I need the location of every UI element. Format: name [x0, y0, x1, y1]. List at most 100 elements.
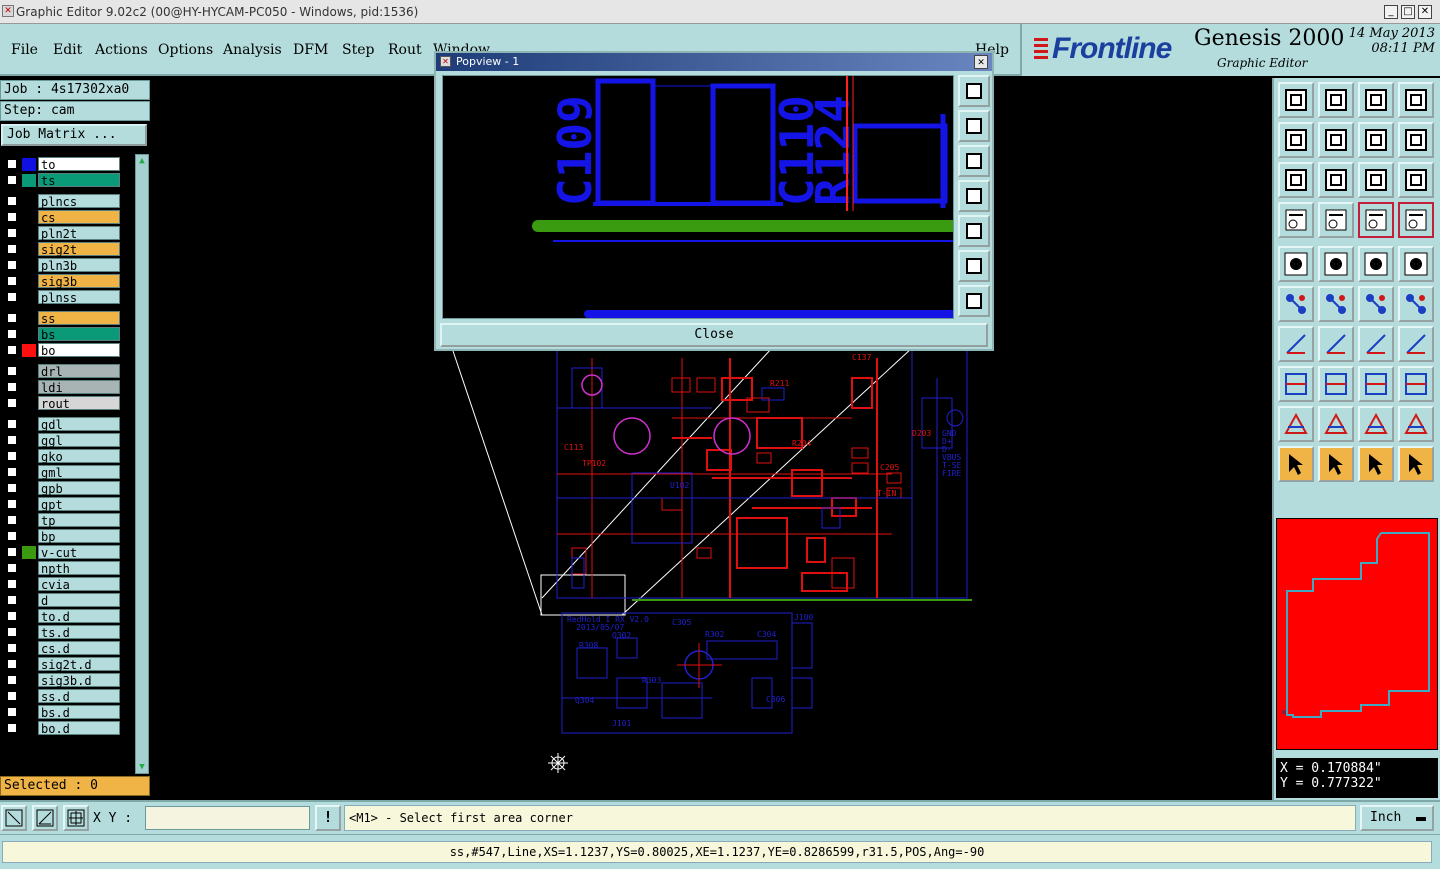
layer-row-bs-d[interactable]: bs.d: [2, 704, 132, 720]
layer-checkbox[interactable]: [7, 244, 17, 254]
menu-analysis[interactable]: Analysis: [223, 42, 282, 58]
layer-color-swatch[interactable]: [22, 450, 36, 463]
layer-row-gdl[interactable]: gdl: [2, 416, 132, 432]
job-matrix-button[interactable]: Job Matrix ...: [1, 124, 147, 146]
menu-options[interactable]: Options: [158, 42, 213, 58]
layer-row-sig2t-d[interactable]: sig2t.d: [2, 656, 132, 672]
minimize-button[interactable]: _: [1384, 5, 1398, 19]
layer-color-swatch[interactable]: [22, 381, 36, 394]
layer-color-swatch[interactable]: [22, 418, 36, 431]
layer-checkbox[interactable]: [7, 313, 17, 323]
layer-row-bp[interactable]: bp: [2, 528, 132, 544]
popview-close-icon[interactable]: ✕: [974, 55, 988, 69]
layer-row-v-cut[interactable]: v-cut: [2, 544, 132, 560]
window-icon[interactable]: [1398, 82, 1434, 118]
layer-color-swatch[interactable]: [22, 530, 36, 543]
layer-color-swatch[interactable]: [22, 312, 36, 325]
layer-color-swatch[interactable]: [22, 722, 36, 735]
layer-checkbox[interactable]: [7, 643, 17, 653]
layer-row-to-d[interactable]: to.d: [2, 608, 132, 624]
layer-name[interactable]: tp: [38, 513, 120, 528]
layer-name[interactable]: ss.d: [38, 689, 120, 704]
multi-select-icon[interactable]: [1398, 446, 1434, 482]
layer-checkbox[interactable]: [7, 366, 17, 376]
layer-row-plncs[interactable]: plncs: [2, 193, 132, 209]
layer-checkbox[interactable]: [7, 467, 17, 477]
layer-row-ldi[interactable]: ldi: [2, 379, 132, 395]
layer-name[interactable]: plncs: [38, 194, 120, 209]
layer-color-swatch[interactable]: [22, 610, 36, 623]
layer-name[interactable]: sig3b: [38, 274, 120, 289]
popview-zoom-home-icon[interactable]: [958, 75, 990, 107]
layer-name[interactable]: bo: [38, 343, 120, 358]
select-icon[interactable]: [1318, 446, 1354, 482]
layer-checkbox[interactable]: [7, 419, 17, 429]
popview-pan-right-icon[interactable]: [958, 215, 990, 247]
layer-row-cvia[interactable]: cvia: [2, 576, 132, 592]
layer-row-gko[interactable]: gko: [2, 448, 132, 464]
layer-row-drl[interactable]: drl: [2, 363, 132, 379]
layer-name[interactable]: cs: [38, 210, 120, 225]
open-job-icon[interactable]: [1278, 82, 1314, 118]
menu-actions[interactable]: Actions: [95, 42, 148, 58]
pointer-icon[interactable]: [1278, 446, 1314, 482]
layer-name[interactable]: ldi: [38, 380, 120, 395]
pad-line-icon[interactable]: [1358, 286, 1394, 322]
layer-row-to[interactable]: to: [2, 156, 132, 172]
layer-color-swatch[interactable]: [22, 328, 36, 341]
layer-row-pln3b[interactable]: pln3b: [2, 257, 132, 273]
layer-name[interactable]: rout: [38, 396, 120, 411]
fit-screen-icon[interactable]: [1278, 162, 1314, 198]
layer-checkbox[interactable]: [7, 398, 17, 408]
triangle-icon[interactable]: [1278, 406, 1314, 442]
arc-icon[interactable]: [1358, 326, 1394, 362]
layer-checkbox[interactable]: [7, 175, 17, 185]
draw-diagonal-icon[interactable]: [1318, 326, 1354, 362]
popview-canvas[interactable]: C109 C110 R124: [442, 75, 959, 319]
popview-pan-left-icon[interactable]: [958, 180, 990, 212]
layer-row-d[interactable]: d: [2, 592, 132, 608]
cross-icon[interactable]: [1318, 286, 1354, 322]
layer-scrollbar[interactable]: ▲ ▼: [135, 154, 149, 774]
layer-checkbox[interactable]: [7, 499, 17, 509]
rotate-icon[interactable]: [1358, 446, 1394, 482]
layer-color-swatch[interactable]: [22, 674, 36, 687]
layer-checkbox[interactable]: [7, 611, 17, 621]
layer-name[interactable]: sig2t: [38, 242, 120, 257]
layer-checkbox[interactable]: [7, 707, 17, 717]
layer-name[interactable]: ts.d: [38, 625, 120, 640]
layer-row-ss-d[interactable]: ss.d: [2, 688, 132, 704]
layer-row-bo-d[interactable]: bo.d: [2, 720, 132, 736]
layer-checkbox[interactable]: [7, 563, 17, 573]
zoom-area-icon[interactable]: [1, 805, 27, 831]
layer-checkbox[interactable]: [7, 329, 17, 339]
layer-checkbox[interactable]: [7, 483, 17, 493]
menu-dfm[interactable]: DFM: [293, 42, 328, 58]
layer-row-ts-d[interactable]: ts.d: [2, 624, 132, 640]
draw-line-icon[interactable]: [1278, 326, 1314, 362]
connect-icon[interactable]: [1278, 286, 1314, 322]
layer-name[interactable]: cvia: [38, 577, 120, 592]
layer-color-swatch[interactable]: [22, 259, 36, 272]
text-icon[interactable]: [1398, 326, 1434, 362]
menu-rout[interactable]: Rout: [388, 42, 422, 58]
popview-pan-down-icon[interactable]: [958, 145, 990, 177]
layer-name[interactable]: gko: [38, 449, 120, 464]
layer-row-cs[interactable]: cs: [2, 209, 132, 225]
layer-color-swatch[interactable]: [22, 706, 36, 719]
layer-checkbox[interactable]: [7, 723, 17, 733]
layer-checkbox[interactable]: [7, 196, 17, 206]
layer-name[interactable]: ss: [38, 311, 120, 326]
layer-row-gpb[interactable]: gpb: [2, 480, 132, 496]
layer-color-swatch[interactable]: [22, 211, 36, 224]
popview-zoom-out-icon[interactable]: [958, 285, 990, 317]
layer-row-plnss[interactable]: plnss: [2, 289, 132, 305]
netlist-icon[interactable]: [1398, 202, 1434, 238]
split-icon[interactable]: [1318, 366, 1354, 402]
maximize-button[interactable]: □: [1401, 5, 1415, 19]
layer-checkbox[interactable]: [7, 579, 17, 589]
layer-color-swatch[interactable]: [22, 642, 36, 655]
settings-icon[interactable]: [1278, 202, 1314, 238]
ruler-icon[interactable]: [1358, 246, 1394, 282]
layer-color-swatch[interactable]: [22, 578, 36, 591]
